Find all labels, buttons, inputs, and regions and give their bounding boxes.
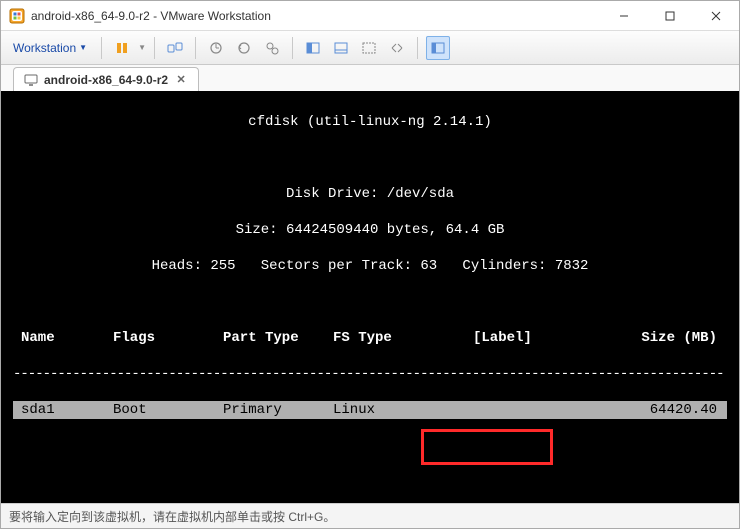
disk-geom-line: Heads: 255 Sectors per Track: 63 Cylinde… <box>13 257 727 275</box>
dropdown-icon: ▼ <box>79 43 87 52</box>
hdr-size: Size (MB) <box>593 329 727 347</box>
app-icon <box>9 8 25 24</box>
tab-close-button[interactable]: ✕ <box>174 73 188 87</box>
snapshot-button[interactable] <box>204 36 228 60</box>
blank <box>13 473 727 491</box>
blank <box>13 149 727 167</box>
separator <box>154 37 155 59</box>
workstation-menu[interactable]: Workstation ▼ <box>7 37 93 59</box>
blank <box>13 293 727 311</box>
console-button[interactable] <box>357 36 381 60</box>
separator <box>292 37 293 59</box>
vm-tab[interactable]: android-x86_64-9.0-r2 ✕ <box>13 67 199 91</box>
tabbar: android-x86_64-9.0-r2 ✕ <box>1 65 739 91</box>
terminal-view[interactable]: cfdisk (util-linux-ng 2.14.1) Disk Drive… <box>1 91 739 503</box>
column-headers: Name Flags Part Type FS Type [Label] Siz… <box>13 329 727 347</box>
titlebar: android-x86_64-9.0-r2 - VMware Workstati… <box>1 1 739 31</box>
tab-monitor-icon <box>24 74 38 86</box>
part-name: sda1 <box>13 401 113 419</box>
tab-label: android-x86_64-9.0-r2 <box>44 73 168 87</box>
blank <box>13 437 727 455</box>
part-fstype: Linux <box>333 401 473 419</box>
separator <box>417 37 418 59</box>
pause-button[interactable] <box>110 36 134 60</box>
divider: ----------------------------------------… <box>13 365 727 383</box>
toolbar: Workstation ▼ ▼ <box>1 31 739 65</box>
main-window: android-x86_64-9.0-r2 - VMware Workstati… <box>0 0 740 529</box>
hdr-name: Name <box>13 329 113 347</box>
disk-drive-line: Disk Drive: /dev/sda <box>13 185 727 203</box>
partition-row[interactable]: sda1 Boot Primary Linux 64420.40 <box>13 401 727 419</box>
hdr-label: [Label] <box>473 329 593 347</box>
status-text: 要将输入定向到该虚拟机，请在虚拟机内部单击或按 Ctrl+G。 <box>9 508 335 525</box>
part-flags: Boot <box>113 401 223 419</box>
manage-snapshots-button[interactable] <box>260 36 284 60</box>
window-title: android-x86_64-9.0-r2 - VMware Workstati… <box>31 9 601 23</box>
send-cad-button[interactable] <box>163 36 187 60</box>
cfdisk-banner: cfdisk (util-linux-ng 2.14.1) <box>13 113 727 131</box>
part-size: 64420.40 <box>593 401 727 419</box>
maximize-button[interactable] <box>647 1 693 31</box>
hdr-fstype: FS Type <box>333 329 473 347</box>
hdr-ptype: Part Type <box>223 329 333 347</box>
disk-size-line: Size: 64424509440 bytes, 64.4 GB <box>13 221 727 239</box>
workstation-menu-label: Workstation <box>13 41 76 55</box>
unity-button[interactable] <box>329 36 353 60</box>
statusbar: 要将输入定向到该虚拟机，请在虚拟机内部单击或按 Ctrl+G。 <box>1 503 739 528</box>
part-ptype: Primary <box>223 401 333 419</box>
fullscreen-button[interactable] <box>301 36 325 60</box>
separator <box>101 37 102 59</box>
window-controls <box>601 1 739 31</box>
hdr-flags: Flags <box>113 329 223 347</box>
dropdown-icon[interactable]: ▼ <box>138 43 146 52</box>
minimize-button[interactable] <box>601 1 647 31</box>
part-label <box>473 401 593 419</box>
stretch-button[interactable] <box>385 36 409 60</box>
library-button[interactable] <box>426 36 450 60</box>
separator <box>195 37 196 59</box>
revert-button[interactable] <box>232 36 256 60</box>
close-button[interactable] <box>693 1 739 31</box>
